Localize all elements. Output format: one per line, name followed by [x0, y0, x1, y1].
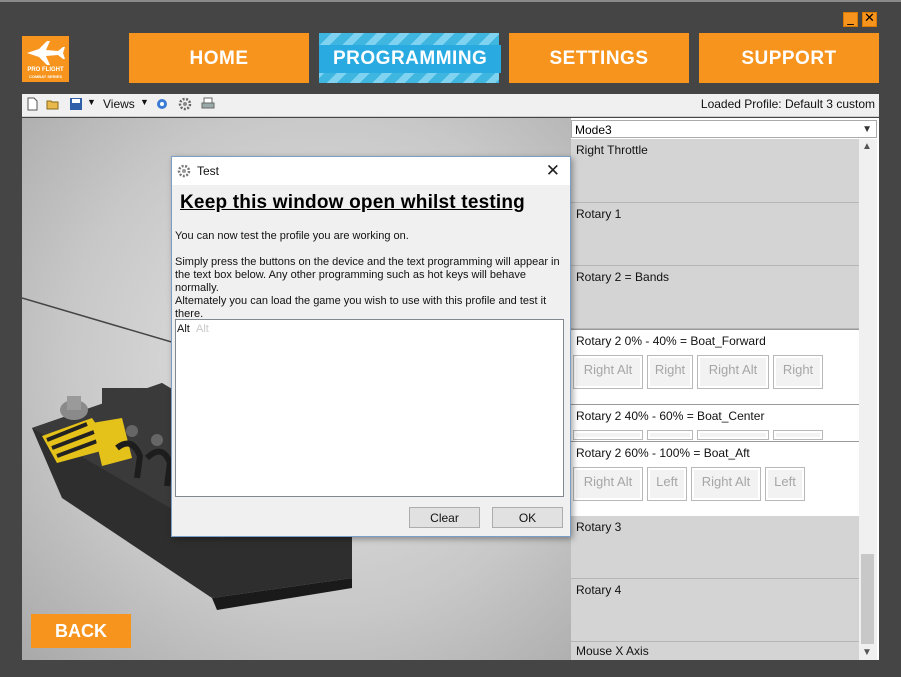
- close-icon[interactable]: ✕: [546, 161, 560, 181]
- programming-panel: Mode3 ▼ Right Throttle Rotary 1 Rotary 2…: [571, 118, 879, 660]
- key-button[interactable]: Left: [647, 467, 687, 501]
- list-item-rotary-3[interactable]: Rotary 3: [571, 516, 859, 579]
- band-aft-label: Rotary 2 60% - 100% = Boat_Aft: [576, 446, 750, 460]
- jet-icon: [27, 41, 65, 65]
- key-button[interactable]: Right Alt: [573, 467, 643, 501]
- save-dropdown-icon[interactable]: ▼: [87, 97, 96, 107]
- band-center[interactable]: Rotary 2 40% - 60% = Boat_Center: [571, 404, 859, 442]
- list-item-rotary-4[interactable]: Rotary 4: [571, 579, 859, 642]
- list-item-label: Rotary 3: [576, 520, 622, 534]
- print-icon[interactable]: [201, 97, 215, 111]
- scroll-down-icon[interactable]: ▼: [862, 647, 872, 658]
- output-current-key: Alt: [177, 323, 190, 335]
- key-button[interactable]: Right Alt: [691, 467, 761, 501]
- output-released-key: Alt: [196, 323, 209, 335]
- dialog-paragraph-2: Simply press the buttons on the device a…: [175, 256, 560, 294]
- pro-flight-logo: PRO FLIGHT COMBAT SERIES: [22, 36, 69, 82]
- dialog-titlebar[interactable]: Test ✕: [172, 157, 570, 185]
- scrollbar-thumb[interactable]: [861, 554, 874, 644]
- band-forward[interactable]: Rotary 2 0% - 40% = Boat_Forward Right A…: [571, 329, 859, 405]
- device-icon[interactable]: [155, 97, 169, 111]
- list-item-rotary-1[interactable]: Rotary 1: [571, 203, 859, 266]
- new-file-icon[interactable]: [25, 97, 39, 111]
- mode-select-value: Mode3: [575, 123, 612, 137]
- key-button-clipped[interactable]: [647, 430, 693, 440]
- dialog-title: Test: [197, 164, 220, 178]
- list-item-label: Rotary 4: [576, 583, 622, 597]
- test-output-textbox[interactable]: Alt Alt: [175, 319, 564, 497]
- toolbar: ▼ Views ▼ Loaded Profile: Default 3 cust…: [22, 94, 879, 117]
- list-item-label: Mouse X Axis: [576, 644, 649, 658]
- key-button-clipped[interactable]: [773, 430, 823, 440]
- list-item-label: Rotary 1: [576, 207, 622, 221]
- open-folder-icon[interactable]: [46, 97, 60, 111]
- key-button[interactable]: Right: [647, 355, 693, 389]
- key-button[interactable]: Right: [773, 355, 823, 389]
- list-item-right-throttle[interactable]: Right Throttle: [571, 139, 859, 203]
- save-icon[interactable]: [69, 97, 83, 111]
- logo-line-1: PRO FLIGHT: [27, 67, 64, 73]
- gear-icon[interactable]: [178, 97, 192, 111]
- dialog-paragraph-3: Altemately you can load the game you wis…: [175, 295, 547, 320]
- scroll-up-icon[interactable]: ▲: [862, 141, 872, 152]
- views-menu[interactable]: Views: [103, 97, 135, 111]
- chevron-down-icon: ▼: [862, 124, 872, 135]
- dialog-heading: Keep this window open whilst testing: [180, 192, 525, 213]
- list-item-label: Rotary 2 = Bands: [576, 270, 670, 284]
- test-dialog: Test ✕ Keep this window open whilst test…: [171, 156, 571, 537]
- dialog-paragraph-1: You can now test the profile you are wor…: [175, 230, 409, 242]
- key-button-clipped[interactable]: [697, 430, 769, 440]
- key-button[interactable]: Right Alt: [697, 355, 769, 389]
- list-scrollbar[interactable]: ▲ ▼: [859, 139, 877, 660]
- minimize-button[interactable]: _: [843, 12, 858, 27]
- loaded-profile-label: Loaded Profile: Default 3 custom: [700, 97, 875, 111]
- ok-button[interactable]: OK: [492, 507, 563, 528]
- nav-programming-label: PROGRAMMING: [319, 45, 502, 73]
- back-button[interactable]: BACK: [31, 614, 131, 648]
- key-button-clipped[interactable]: [573, 430, 643, 440]
- band-center-label: Rotary 2 40% - 60% = Boat_Center: [576, 409, 765, 423]
- band-forward-label: Rotary 2 0% - 40% = Boat_Forward: [576, 334, 766, 348]
- gear-icon: [177, 164, 191, 178]
- app-window: _ ✕ PRO FLIGHT COMBAT SERIES HOME PROGRA…: [0, 0, 901, 677]
- close-window-button[interactable]: ✕: [862, 12, 877, 27]
- nav-settings[interactable]: SETTINGS: [509, 33, 689, 83]
- control-list: Right Throttle Rotary 1 Rotary 2 = Bands…: [571, 139, 859, 660]
- clear-button[interactable]: Clear: [409, 507, 480, 528]
- logo-line-2: COMBAT SERIES: [28, 74, 63, 79]
- window-top-edge: [0, 0, 901, 2]
- nav-programming[interactable]: PROGRAMMING: [319, 33, 502, 83]
- key-button[interactable]: Left: [765, 467, 805, 501]
- list-item-label: Right Throttle: [576, 143, 648, 157]
- list-item-mouse-x-axis[interactable]: Mouse X Axis: [571, 642, 859, 660]
- views-dropdown-icon[interactable]: ▼: [140, 97, 149, 107]
- nav-support[interactable]: SUPPORT: [699, 33, 879, 83]
- key-button[interactable]: Right Alt: [573, 355, 643, 389]
- mode-select[interactable]: Mode3 ▼: [571, 120, 877, 138]
- band-aft[interactable]: Rotary 2 60% - 100% = Boat_Aft Right Alt…: [571, 441, 859, 517]
- list-item-rotary-2[interactable]: Rotary 2 = Bands: [571, 266, 859, 329]
- nav-home[interactable]: HOME: [129, 33, 309, 83]
